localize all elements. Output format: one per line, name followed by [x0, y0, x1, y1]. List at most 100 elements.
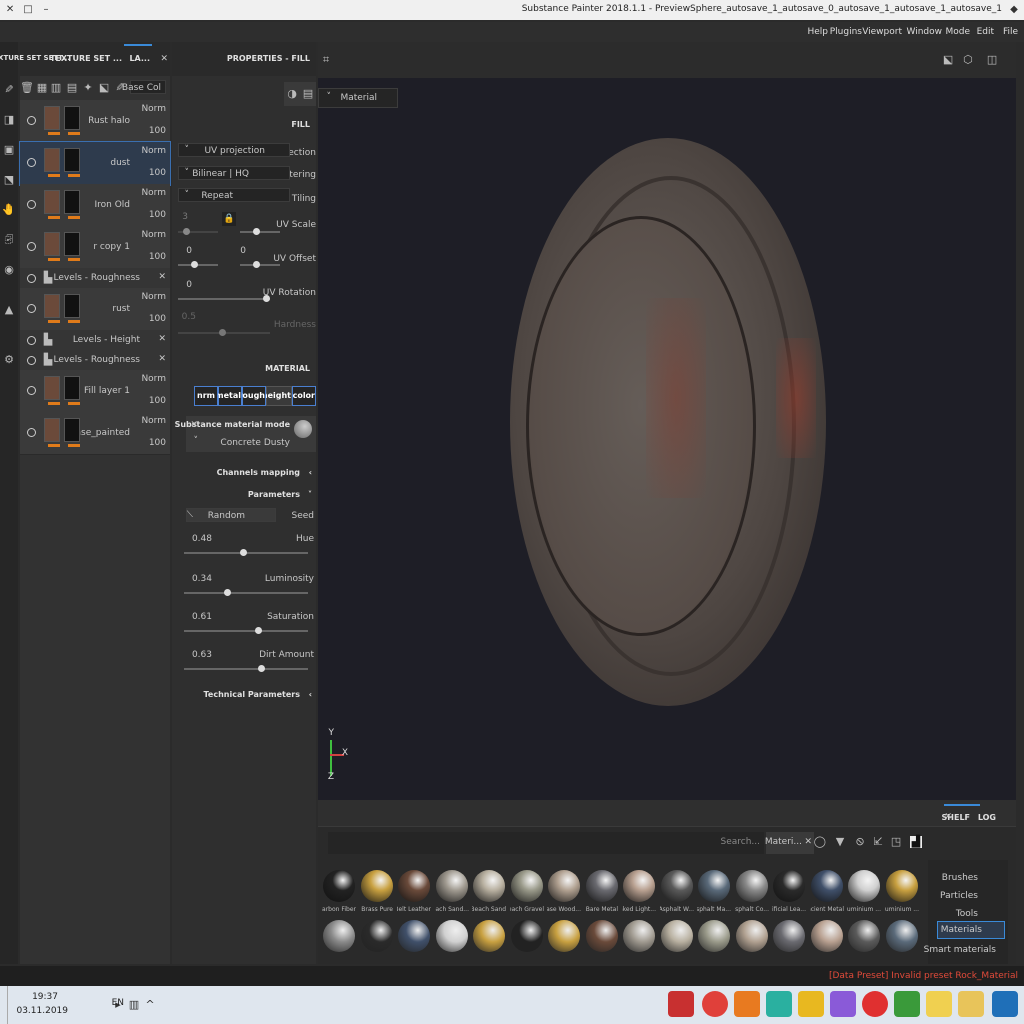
menu-viewport[interactable]: Viewport [862, 27, 902, 37]
clock-date[interactable]: 03.11.2019 [16, 1006, 68, 1016]
uv-rotation-value[interactable]: 0 [186, 280, 192, 290]
visibility-icon[interactable] [27, 356, 36, 365]
layer-row[interactable]: Norm 100 Rust halo [20, 100, 170, 143]
close-icon[interactable]: ✕ [158, 334, 166, 344]
uv-offset-slider-a[interactable] [240, 261, 280, 268]
material-thumbnail[interactable] [886, 870, 918, 902]
filter-tag[interactable]: Materi... ✕ [765, 832, 814, 854]
screenshot-icon[interactable]: ⌗ [320, 53, 332, 66]
material-thumbnail[interactable] [623, 870, 656, 902]
clock-time[interactable]: 19:37 [32, 992, 58, 1002]
menu-file[interactable]: File [1003, 27, 1018, 37]
add-folder-icon[interactable]: ▤ [66, 81, 78, 94]
add-layer-icon[interactable]: ▦ [36, 81, 48, 94]
material-thumbnail[interactable] [398, 870, 431, 902]
layer-row[interactable]: Norm 100 r copy 1 [20, 226, 170, 269]
material-thumbnail[interactable] [436, 920, 468, 952]
layer-opacity[interactable]: 100 [149, 438, 166, 448]
uv-offset-value-a[interactable]: 0 [240, 246, 246, 256]
channel-height[interactable]: height [262, 387, 291, 405]
channel-color[interactable]: color [293, 387, 315, 405]
mask-thumbnail[interactable] [64, 232, 80, 256]
tiling-dropdown[interactable]: Repeat ˅ [178, 188, 290, 202]
language-indicator[interactable]: EN [112, 998, 124, 1008]
layer-row[interactable]: Norm 100 rust [20, 288, 170, 331]
visibility-icon[interactable] [27, 158, 36, 167]
layer-opacity[interactable]: 100 [149, 252, 166, 262]
saturation-value[interactable]: 0.61 [192, 612, 212, 622]
close-icon[interactable]: ✕ [2, 2, 18, 17]
uv-scale-slider-a[interactable] [240, 228, 280, 235]
dirt-amount-slider[interactable] [184, 665, 308, 672]
layer-row[interactable]: Norm 100 dust [19, 141, 171, 186]
visibility-icon[interactable] [27, 428, 36, 437]
visibility-icon[interactable] [27, 116, 36, 125]
close-icon[interactable]: ✕ [160, 54, 168, 64]
menu-mode[interactable]: Mode [945, 27, 970, 37]
blend-mode[interactable]: Norm [141, 188, 166, 198]
blend-mode[interactable]: Norm [141, 104, 166, 114]
mask-thumbnail[interactable] [64, 106, 80, 130]
layer-opacity[interactable]: 100 [149, 396, 166, 406]
category-smart-materials[interactable]: Smart materials [924, 945, 996, 955]
visibility-icon[interactable] [27, 274, 36, 283]
layer-effect-row[interactable]: ✕ Levels - Height ▟ [20, 330, 170, 351]
shelf-search-input[interactable]: Search... [328, 832, 764, 854]
material-tab-icon[interactable]: ◐ [286, 87, 298, 100]
layer-thumbnail[interactable] [44, 232, 60, 256]
menu-window[interactable]: Window [907, 27, 943, 37]
material-thumbnail[interactable] [736, 920, 768, 952]
material-thumbnail[interactable] [661, 870, 693, 902]
mask-thumbnail[interactable] [64, 294, 80, 318]
layer-opacity[interactable]: 100 [149, 126, 166, 136]
file-explorer-icon[interactable] [958, 991, 984, 1017]
layer-row[interactable]: Norm 100 Fill layer 1 [20, 370, 170, 413]
uv-offset-slider-b[interactable] [178, 261, 218, 268]
chrome-icon[interactable] [702, 991, 728, 1017]
render-icon[interactable]: ◪ [942, 53, 954, 66]
luminosity-value[interactable]: 0.34 [192, 574, 212, 584]
channel-nrm[interactable]: nrm [197, 387, 215, 405]
fill-tab-icon[interactable]: ▤ [302, 87, 314, 100]
chevron-right-icon[interactable]: › [309, 468, 312, 477]
material-thumbnail[interactable] [361, 920, 393, 952]
material-thumbnail[interactable] [436, 870, 468, 902]
tray-arrow-icon[interactable]: ^ [144, 998, 156, 1011]
dirt-amount-value[interactable]: 0.63 [192, 650, 212, 660]
uv-scale-value-b[interactable]: 3 [182, 212, 188, 222]
material-thumbnail[interactable] [511, 920, 543, 952]
visibility-icon[interactable] [27, 386, 36, 395]
settings-icon[interactable]: ⚙ [3, 353, 15, 366]
tab-texture-set-settings[interactable]: TEXTURE SET SETT... [0, 54, 70, 62]
uv-offset-value-b[interactable]: 0 [186, 246, 192, 256]
material-picker-icon[interactable]: ◉ [3, 263, 15, 276]
material-thumbnail[interactable] [586, 920, 618, 952]
category-materials[interactable]: Materials [941, 925, 982, 935]
material-thumbnail[interactable] [473, 920, 506, 952]
tab-log[interactable]: LOG [978, 813, 996, 822]
material-thumbnail[interactable] [323, 870, 356, 902]
network-icon[interactable]: ▥ [128, 998, 140, 1011]
luminosity-slider[interactable] [184, 589, 308, 596]
material-thumbnail[interactable] [586, 870, 618, 902]
category-particles[interactable]: Particles [940, 891, 978, 901]
close-icon[interactable]: ✕ [158, 354, 166, 364]
layer-thumbnail[interactable] [44, 148, 60, 172]
material-thumbnail[interactable] [736, 870, 768, 902]
visibility-icon[interactable] [27, 336, 36, 345]
close-icon[interactable]: ✕ [190, 420, 198, 430]
clone-icon[interactable]: ⎘ [3, 233, 15, 246]
new-folder-icon[interactable]: ◰ [890, 835, 902, 848]
material-thumbnail[interactable] [361, 870, 393, 902]
material-thumbnail[interactable] [398, 920, 431, 952]
mask-thumbnail[interactable] [64, 418, 80, 442]
material-thumbnail[interactable] [511, 870, 543, 902]
channels-mapping[interactable]: Channels mapping [217, 468, 300, 477]
blend-mode[interactable]: Norm [141, 292, 166, 302]
material-thumbnail[interactable] [848, 920, 881, 952]
material-thumbnail[interactable] [473, 870, 506, 902]
material-thumbnail[interactable] [698, 920, 731, 952]
layer-thumbnail[interactable] [44, 190, 60, 214]
minimize-icon[interactable]: – [38, 2, 54, 17]
visibility-icon[interactable] [27, 242, 36, 251]
